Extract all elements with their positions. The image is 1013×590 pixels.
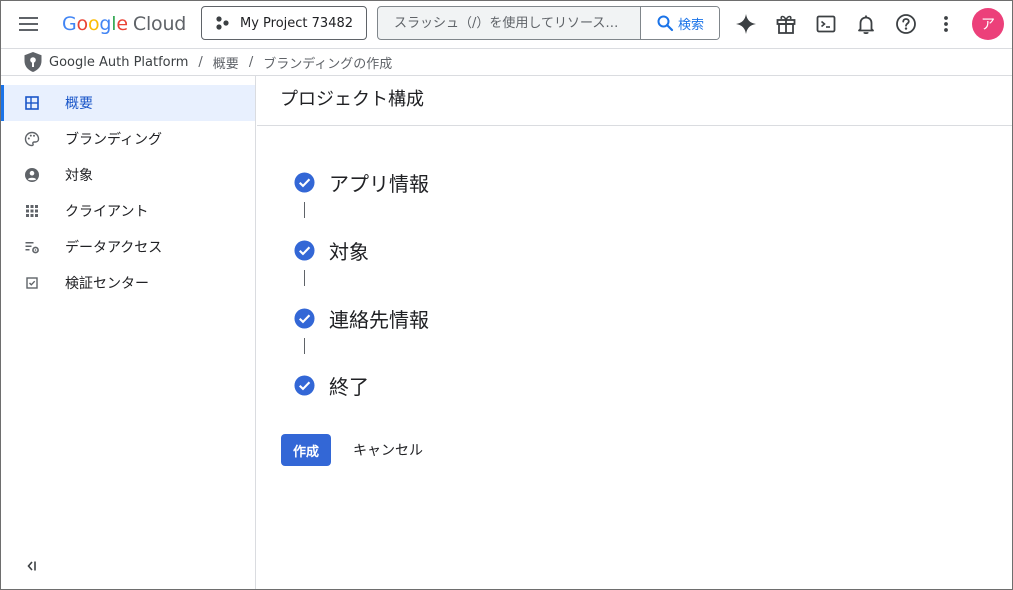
breadcrumb: Google Auth Platform / 概要 / ブランディングの作成 bbox=[0, 48, 1013, 76]
sidebar-item-label: ブランディング bbox=[65, 132, 163, 148]
breadcrumb-separator: / bbox=[248, 54, 254, 70]
main-content: プロジェクト構成 アプリ情報 対象 連絡先情報 終了 作成 キャンセル bbox=[257, 76, 1013, 590]
auth-shield-icon bbox=[24, 52, 42, 72]
list-settings-icon bbox=[25, 242, 39, 254]
apps-icon bbox=[26, 205, 38, 217]
step-contact-info: 連絡先情報 bbox=[294, 305, 429, 332]
account-avatar[interactable]: ア bbox=[972, 8, 1004, 40]
step-label: 終了 bbox=[329, 374, 369, 399]
top-icon-bar bbox=[734, 10, 958, 38]
dashboard-icon bbox=[25, 96, 39, 110]
google-cloud-logo[interactable]: Google Cloud bbox=[62, 11, 186, 37]
logo-cloud-text: Cloud bbox=[132, 13, 187, 35]
check-circle-icon bbox=[294, 307, 315, 329]
sidebar-item-audience[interactable]: 対象 bbox=[0, 157, 255, 193]
notifications-button[interactable] bbox=[854, 12, 878, 36]
hamburger-menu-icon bbox=[19, 17, 38, 31]
search-button-label: 検索 bbox=[677, 17, 704, 33]
check-circle-icon bbox=[294, 239, 315, 261]
cloud-shell-button[interactable] bbox=[814, 12, 838, 36]
palette-icon bbox=[24, 131, 40, 147]
sidebar-item-branding[interactable]: ブランディング bbox=[0, 121, 255, 157]
gemini-button[interactable] bbox=[734, 12, 758, 36]
step-finish: 終了 bbox=[294, 372, 369, 399]
step-label: 対象 bbox=[329, 239, 369, 264]
sidebar-item-clients[interactable]: クライアント bbox=[0, 193, 255, 229]
account-circle-icon bbox=[25, 168, 39, 182]
project-nodes-icon bbox=[216, 16, 229, 30]
sidebar-item-overview[interactable]: 概要 bbox=[0, 85, 255, 121]
gemini-icon bbox=[736, 14, 756, 34]
step-connector bbox=[304, 270, 305, 286]
search-icon bbox=[657, 15, 674, 32]
top-bar: Google Cloud My Project 73482 検索 bbox=[0, 0, 1013, 48]
check-circle-icon bbox=[294, 374, 315, 396]
sidebar-item-data-access[interactable]: データアクセス bbox=[0, 229, 255, 265]
sidebar-item-label: データアクセス bbox=[65, 240, 163, 256]
checkbox-icon bbox=[26, 277, 38, 289]
step-label: 連絡先情報 bbox=[329, 307, 429, 332]
check-circle-icon bbox=[294, 171, 315, 193]
more-options-button[interactable] bbox=[934, 12, 958, 36]
main-menu-button[interactable] bbox=[16, 12, 42, 36]
sidebar-item-label: 検証センター bbox=[65, 276, 149, 292]
cloud-shell-icon bbox=[816, 15, 836, 33]
search-button[interactable]: 検索 bbox=[640, 7, 719, 39]
breadcrumb-auth-platform[interactable]: Google Auth Platform bbox=[49, 55, 188, 70]
step-audience: 対象 bbox=[294, 237, 369, 264]
step-label: アプリ情報 bbox=[329, 171, 429, 196]
gift-icon bbox=[776, 15, 796, 34]
sidebar-item-verification-center[interactable]: 検証センター bbox=[0, 265, 255, 301]
sidebar-item-label: 対象 bbox=[65, 168, 93, 184]
collapse-sidebar-button[interactable] bbox=[24, 558, 40, 574]
more-vert-icon bbox=[944, 16, 948, 32]
step-connector bbox=[304, 338, 305, 354]
sidebar-item-label: 概要 bbox=[65, 96, 93, 112]
project-name: My Project 73482 bbox=[240, 15, 354, 31]
search-bar: 検索 bbox=[377, 6, 720, 40]
cancel-button[interactable]: キャンセル bbox=[345, 434, 431, 466]
page-title: プロジェクト構成 bbox=[257, 76, 1012, 126]
gift-button[interactable] bbox=[774, 12, 798, 36]
step-connector bbox=[304, 202, 305, 218]
sidebar: 概要 ブランディング 対象 クライアント データアクセス 検証センター bbox=[0, 76, 256, 590]
breadcrumb-separator: / bbox=[198, 54, 203, 70]
sidebar-item-label: クライアント bbox=[65, 204, 149, 220]
step-app-info: アプリ情報 bbox=[294, 169, 429, 196]
search-input[interactable] bbox=[378, 7, 640, 39]
notifications-icon bbox=[858, 15, 874, 35]
breadcrumb-current-page: ブランディングの作成 bbox=[263, 56, 393, 72]
collapse-sidebar-icon bbox=[27, 561, 36, 571]
help-icon bbox=[896, 14, 916, 34]
breadcrumb-overview[interactable]: 概要 bbox=[213, 53, 239, 72]
help-button[interactable] bbox=[894, 12, 918, 36]
project-picker-button[interactable]: My Project 73482 bbox=[201, 6, 367, 40]
create-button[interactable]: 作成 bbox=[281, 434, 331, 466]
